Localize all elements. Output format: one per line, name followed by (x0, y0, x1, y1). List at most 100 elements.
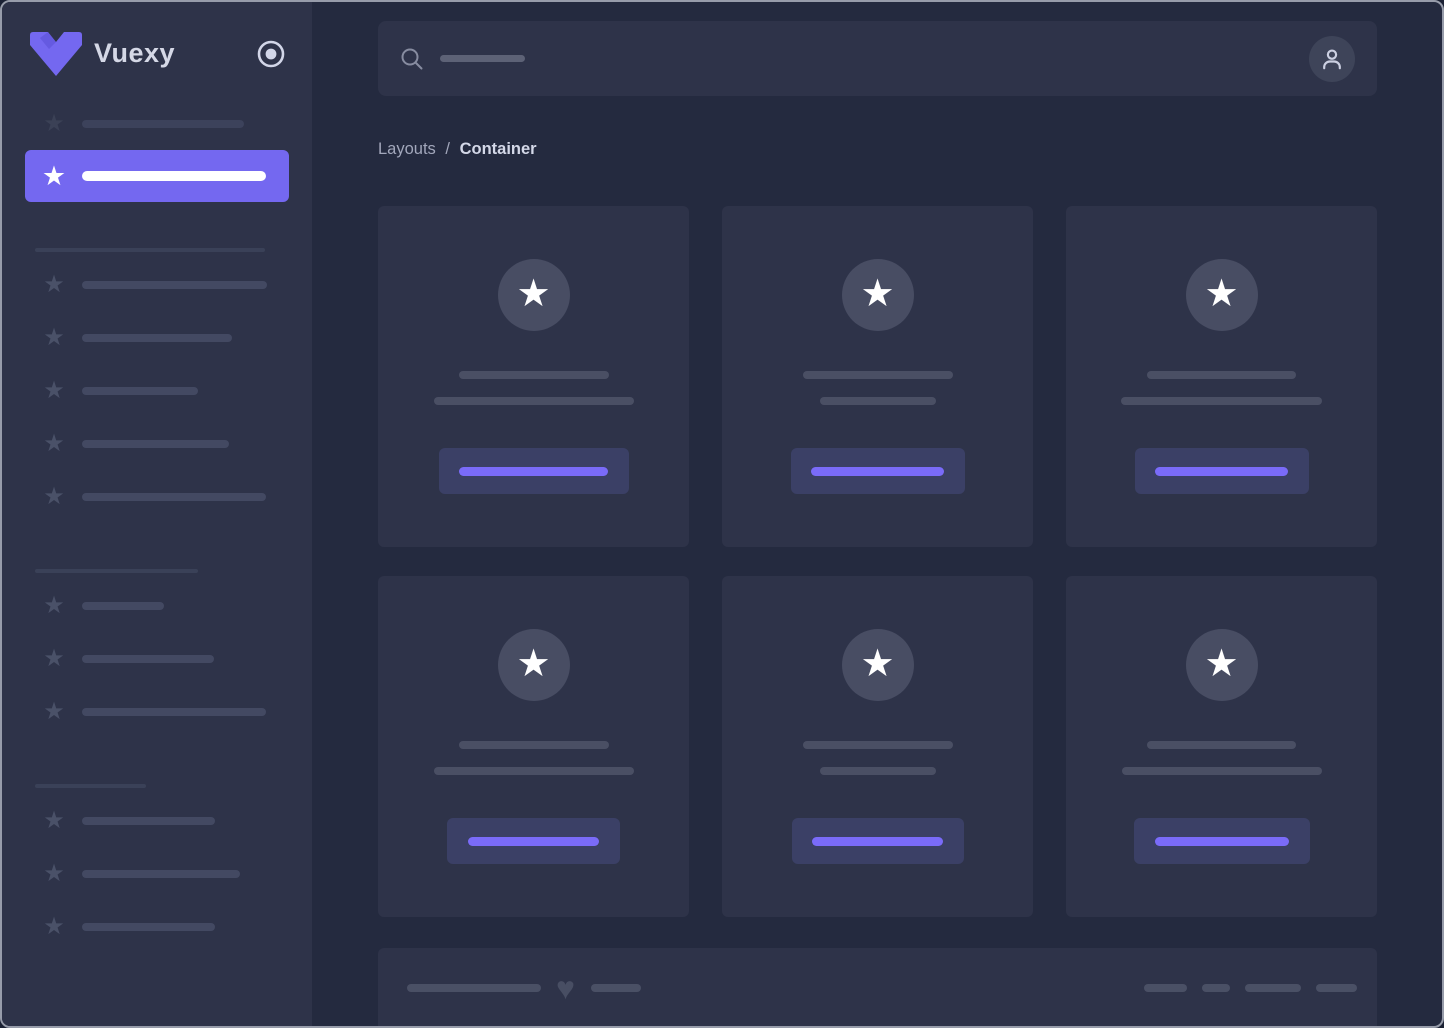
skeleton-button-label (468, 836, 599, 846)
card-button[interactable] (438, 448, 629, 494)
skeleton-footer-text (407, 984, 541, 992)
star-icon: ★ (1204, 272, 1239, 315)
radio-toggle-icon[interactable] (256, 39, 286, 69)
skeleton-label (82, 654, 214, 663)
sidebar-item[interactable]: ★ (2, 847, 312, 900)
skeleton-subtitle (1121, 767, 1322, 775)
skeleton-button-label (1154, 836, 1289, 846)
sidebar: Vuexy ★ ★ ★ ★ ★ ★ ★ ★ ★ ★ ★ ★ ★ (2, 2, 312, 1026)
card-avatar: ★ (1185, 259, 1258, 331)
main-content: Layouts / Container ★ ★ ★ ★ ★ ★ ♥ (312, 2, 1442, 1026)
sidebar-item[interactable]: ★ (2, 685, 312, 738)
star-icon: ★ (43, 270, 65, 298)
section-divider (35, 248, 265, 252)
search-icon (400, 47, 424, 71)
skeleton-button-label (812, 836, 943, 846)
breadcrumb-current: Container (459, 140, 537, 158)
sidebar-item[interactable]: ★ (2, 470, 312, 523)
card-avatar: ★ (841, 259, 914, 331)
card-avatar: ★ (1185, 629, 1258, 701)
skeleton-title (458, 371, 609, 379)
skeleton-button-label (1155, 466, 1288, 476)
sidebar-header: Vuexy (2, 2, 312, 97)
card-button[interactable] (447, 818, 620, 864)
skeleton-title (1147, 741, 1296, 749)
sidebar-item[interactable]: ★ (2, 311, 312, 364)
skeleton-label (82, 601, 164, 610)
star-icon: ★ (860, 272, 895, 315)
skeleton-label (82, 707, 266, 716)
star-icon: ★ (43, 323, 65, 351)
card-avatar: ★ (841, 629, 914, 701)
skeleton-subtitle (433, 767, 634, 775)
sidebar-item-active[interactable]: ★ (25, 150, 289, 202)
skeleton-footer-text (591, 984, 641, 992)
footer-links (1129, 984, 1357, 992)
skeleton-title (458, 741, 609, 749)
star-icon: ★ (43, 859, 65, 887)
breadcrumb-parent[interactable]: Layouts (378, 140, 436, 158)
heart-icon: ♥ (556, 970, 575, 1006)
skeleton-subtitle (819, 397, 936, 405)
breadcrumb: Layouts / Container (378, 140, 1377, 159)
section-divider (35, 569, 198, 573)
star-icon: ★ (860, 642, 895, 685)
skeleton-label (82, 816, 215, 825)
star-icon: ★ (43, 644, 65, 672)
skeleton-footer-link (1144, 984, 1187, 992)
star-icon: ★ (43, 429, 65, 457)
breadcrumb-separator: / (445, 140, 450, 158)
star-icon: ★ (43, 482, 65, 510)
card: ★ (378, 206, 689, 547)
vuexy-logo-icon (30, 31, 82, 76)
card: ★ (378, 576, 689, 917)
app-window: Vuexy ★ ★ ★ ★ ★ ★ ★ ★ ★ ★ ★ ★ ★ Layouts … (0, 0, 1444, 1028)
sidebar-item[interactable]: ★ (2, 794, 312, 847)
footer-card: ♥ (378, 948, 1377, 1026)
star-icon: ★ (1204, 642, 1239, 685)
skeleton-label (82, 171, 266, 181)
skeleton-button-label (459, 466, 608, 476)
skeleton-subtitle (819, 767, 936, 775)
card-button[interactable] (790, 448, 965, 494)
skeleton-footer-link (1202, 984, 1230, 992)
skeleton-label (82, 119, 244, 128)
sidebar-item[interactable]: ★ (2, 900, 312, 953)
skeleton-label (82, 280, 267, 289)
user-avatar-button[interactable] (1309, 35, 1355, 82)
card-button[interactable] (1133, 818, 1310, 864)
skeleton-button-label (811, 466, 944, 476)
card-avatar: ★ (497, 259, 570, 331)
brand-title: Vuexy (94, 38, 176, 68)
skeleton-label (82, 869, 240, 878)
search-placeholder-skeleton (440, 55, 525, 62)
card-grid: ★ ★ ★ ★ ★ ★ (378, 206, 1377, 917)
sidebar-item[interactable]: ★ (2, 632, 312, 685)
skeleton-title (802, 371, 953, 379)
star-icon: ★ (43, 806, 65, 834)
sidebar-item[interactable]: ★ (2, 97, 312, 150)
card: ★ (1066, 206, 1377, 547)
star-icon: ★ (43, 376, 65, 404)
sidebar-item[interactable]: ★ (2, 579, 312, 632)
search-bar[interactable] (378, 21, 1377, 96)
sidebar-item[interactable]: ★ (2, 258, 312, 311)
sidebar-item[interactable]: ★ (2, 417, 312, 470)
skeleton-footer-link (1316, 984, 1357, 992)
skeleton-label (82, 386, 198, 395)
card-avatar: ★ (497, 629, 570, 701)
card-button[interactable] (791, 818, 964, 864)
skeleton-label (82, 439, 229, 448)
sidebar-item[interactable]: ★ (2, 364, 312, 417)
sidebar-sections: ★ ★ ★ ★ ★ ★ ★ ★ ★ ★ ★ (2, 248, 312, 953)
card: ★ (1066, 576, 1377, 917)
card: ★ (722, 576, 1033, 917)
skeleton-footer-link (1245, 984, 1301, 992)
section-divider (35, 784, 146, 788)
skeleton-title (802, 741, 953, 749)
skeleton-subtitle (433, 397, 634, 405)
skeleton-label (82, 333, 232, 342)
star-icon: ★ (43, 109, 65, 137)
card-button[interactable] (1134, 448, 1309, 494)
skeleton-subtitle (1121, 397, 1322, 405)
